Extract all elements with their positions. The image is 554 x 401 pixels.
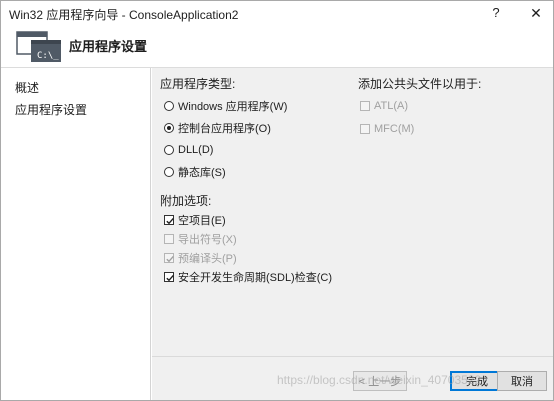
checkbox-indicator (360, 124, 370, 134)
checkbox-mfc: MFC(M) (360, 121, 414, 137)
checkbox-indicator (164, 234, 174, 244)
radio-indicator[interactable] (164, 123, 174, 133)
wizard-dialog: Win32 应用程序向导 - ConsoleApplication2 ? ✕ C… (0, 0, 554, 401)
checkbox-indicator[interactable] (164, 215, 174, 225)
footer-divider (152, 356, 553, 357)
title-bar: Win32 应用程序向导 - ConsoleApplication2 ? ✕ (1, 1, 553, 25)
console-window-icon: C:\_ (13, 31, 63, 63)
radio-indicator[interactable] (164, 101, 174, 111)
radio-windows-app[interactable]: Windows 应用程序(W) (164, 98, 287, 114)
radio-static-lib[interactable]: 静态库(S) (164, 164, 226, 180)
checkbox-atl: ATL(A) (360, 98, 408, 114)
checkbox-export-symbols: 导出符号(X) (164, 231, 237, 247)
radio-label: 静态库(S) (178, 167, 226, 179)
page-heading: 应用程序设置 (69, 39, 148, 54)
checkbox-label: 导出符号(X) (178, 234, 237, 246)
checkbox-indicator (360, 101, 370, 111)
sidebar-item-app-settings[interactable]: 应用程序设置 (15, 101, 87, 118)
checkbox-sdl-checks[interactable]: 安全开发生命周期(SDL)检查(C) (164, 269, 332, 285)
console-icon-text: C:\_ (37, 51, 59, 61)
additional-options-label: 附加选项: (160, 194, 212, 208)
checkbox-label: ATL(A) (374, 100, 409, 112)
radio-label: DLL(D) (178, 144, 214, 156)
common-headers-label: 添加公共头文件以用于: (358, 77, 482, 91)
checkbox-label: 空项目(E) (178, 215, 226, 227)
checkbox-indicator[interactable] (164, 272, 174, 282)
checkbox-precompiled-header: 预编译头(P) (164, 250, 237, 266)
wizard-sidebar: 概述 应用程序设置 (1, 68, 151, 400)
settings-panel: 应用程序类型: Windows 应用程序(W) 控制台应用程序(O) DLL(D… (152, 68, 553, 400)
radio-console-app[interactable]: 控制台应用程序(O) (164, 120, 271, 136)
checkbox-label: 预编译头(P) (178, 253, 237, 265)
help-button[interactable]: ? (487, 4, 505, 22)
radio-label: 控制台应用程序(O) (178, 123, 271, 135)
checkbox-empty-project[interactable]: 空项目(E) (164, 212, 226, 228)
sidebar-item-overview[interactable]: 概述 (15, 79, 39, 96)
checkbox-indicator (164, 253, 174, 263)
window-title: Win32 应用程序向导 - ConsoleApplication2 (9, 8, 239, 22)
radio-indicator[interactable] (164, 145, 174, 155)
checkbox-label: MFC(M) (374, 123, 415, 135)
app-type-label: 应用程序类型: (160, 77, 236, 91)
wizard-header: C:\_ 应用程序设置 (1, 25, 553, 68)
radio-dll[interactable]: DLL(D) (164, 142, 213, 158)
back-button[interactable]: < 上一步 (353, 371, 407, 391)
cancel-button[interactable]: 取消 (497, 371, 547, 391)
radio-label: Windows 应用程序(W) (178, 101, 288, 113)
close-button[interactable]: ✕ (527, 4, 545, 22)
radio-indicator[interactable] (164, 167, 174, 177)
finish-button[interactable]: 完成 (450, 371, 504, 391)
checkbox-label: 安全开发生命周期(SDL)检查(C) (178, 272, 332, 284)
